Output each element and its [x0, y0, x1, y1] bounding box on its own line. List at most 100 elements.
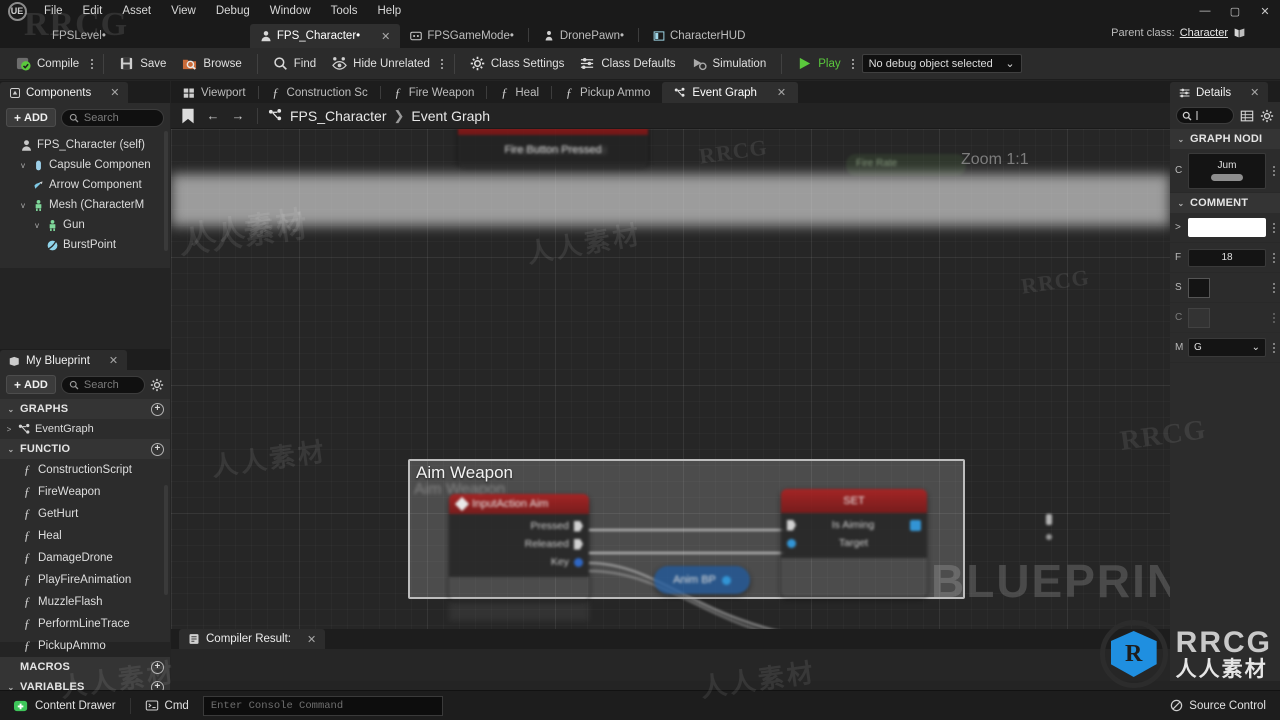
menu-item-asset[interactable]: Asset [112, 2, 161, 20]
mode-select[interactable]: G ⌄ [1188, 338, 1266, 357]
components-scrollbar[interactable] [164, 131, 168, 251]
node-set-is-aiming[interactable]: SET Is Aiming Target [781, 489, 927, 597]
save-button[interactable]: Save [111, 52, 174, 76]
node-pin-is-aiming[interactable]: Is Aiming [781, 516, 927, 534]
menu-item-edit[interactable]: Edit [73, 2, 113, 20]
maximize-button[interactable]: ▢ [1220, 0, 1250, 22]
row-options-icon[interactable] [1271, 252, 1275, 263]
section-functions[interactable]: ⌄ FUNCTIO + [0, 439, 170, 459]
node-fire-rate[interactable]: Fire Rate [846, 154, 966, 176]
compiler-results-body[interactable] [171, 649, 1170, 681]
add-graph-icon[interactable]: + [151, 402, 164, 416]
menu-item-help[interactable]: Help [368, 2, 412, 20]
myblueprint-add-button[interactable]: + ADD [6, 375, 56, 394]
graph-canvas[interactable]: Fire Button Pressed Fire Button Pressed … [171, 129, 1170, 681]
gear-icon[interactable] [150, 378, 164, 392]
details-section-graph-node[interactable]: ⌄ GRAPH NODI [1170, 129, 1280, 149]
content-drawer-button[interactable]: Content Drawer [6, 695, 124, 717]
cmd-button[interactable]: Cmd [137, 695, 197, 717]
grid-view-icon[interactable] [1240, 109, 1254, 123]
menu-item-window[interactable]: Window [260, 2, 321, 20]
breadcrumb-root[interactable]: FPS_Character [290, 108, 386, 124]
details-row-label[interactable]: > [1175, 222, 1183, 233]
graph-tab-eventgraph[interactable]: Event Graph ✕ [662, 82, 799, 103]
myblueprint-scrollbar[interactable] [164, 485, 168, 595]
section-graphs[interactable]: ⌄ GRAPHS + [0, 399, 170, 419]
node-pin-key[interactable]: Key [449, 553, 589, 571]
graph-item-eventgraph[interactable]: > EventGraph [0, 419, 170, 439]
graph-tab-constructionscript[interactable]: ƒ Construction Sc [259, 82, 380, 103]
simulation-button[interactable]: Simulation [684, 52, 775, 76]
node-pin-released[interactable]: Released [449, 535, 589, 553]
parent-class-link[interactable]: Character [1180, 27, 1228, 39]
component-row-capsule[interactable]: v Capsule Componen [0, 155, 170, 175]
tab-characterhud[interactable]: CharacterHUD [643, 24, 755, 48]
node-anim-bp[interactable]: Anim BP [654, 566, 750, 594]
back-arrow-icon[interactable]: ← [204, 107, 222, 125]
blueprint-asset-icon[interactable] [1233, 26, 1246, 39]
add-macro-icon[interactable]: + [151, 660, 164, 674]
row-options-icon[interactable] [1271, 342, 1275, 353]
components-close-icon[interactable]: ✕ [110, 86, 119, 99]
tab-details[interactable]: Details ✕ [1170, 82, 1269, 103]
chevron-down-icon[interactable]: v [32, 221, 42, 230]
unreal-logo[interactable]: UE [0, 0, 34, 22]
component-row-gun[interactable]: v Gun [0, 215, 170, 235]
details-comment-field[interactable]: Jum [1188, 152, 1266, 189]
function-item-muzzleflash[interactable]: ƒ MuzzleFlash [0, 591, 170, 613]
node-pin-pressed[interactable]: Pressed [449, 517, 589, 535]
add-function-icon[interactable]: + [151, 442, 164, 456]
class-defaults-button[interactable]: Class Defaults [572, 52, 683, 76]
color-swatch-white[interactable] [1188, 218, 1266, 237]
menu-item-view[interactable]: View [161, 2, 206, 20]
row-options-icon[interactable] [1271, 312, 1275, 323]
hide-unrelated-options-icon[interactable] [438, 58, 447, 69]
chevron-down-icon[interactable]: v [18, 161, 28, 170]
close-button[interactable]: ✕ [1250, 0, 1280, 22]
graph-tab-fireweapon[interactable]: ƒ Fire Weapon [381, 82, 487, 103]
function-item-gethurt[interactable]: ƒ GetHurt [0, 503, 170, 525]
graph-tab-pickupammo[interactable]: ƒ Pickup Ammo [552, 82, 662, 103]
compile-button[interactable]: Compile [8, 52, 87, 76]
tab-myblueprint[interactable]: My Blueprint ✕ [0, 350, 128, 371]
compile-options-icon[interactable] [87, 58, 96, 69]
tab-components[interactable]: Components ✕ [0, 82, 129, 103]
function-item-pickupammo[interactable]: ƒ PickupAmmo [0, 635, 170, 657]
node-pin-target[interactable]: Target [781, 534, 927, 552]
play-options-icon[interactable] [849, 58, 858, 69]
section-macros[interactable]: MACROS + [0, 657, 170, 677]
function-item-playfireanimation[interactable]: ƒ PlayFireAnimation [0, 569, 170, 591]
details-section-comment[interactable]: ⌄ COMMENT [1170, 193, 1280, 213]
row-options-icon[interactable] [1271, 222, 1275, 233]
component-row-self[interactable]: FPS_Character (self) [0, 135, 170, 155]
component-row-arrow[interactable]: Arrow Component [0, 175, 170, 195]
function-item-performlinetrace[interactable]: ƒ PerformLineTrace [0, 613, 170, 635]
components-add-button[interactable]: + ADD [6, 108, 56, 127]
browse-button[interactable]: Browse [174, 52, 249, 76]
function-item-damagedrone[interactable]: ƒ DamageDrone [0, 547, 170, 569]
bookmark-icon[interactable] [179, 107, 197, 125]
chevron-down-icon[interactable]: v [18, 201, 28, 210]
graph-tab-heal[interactable]: ƒ Heal [487, 82, 551, 103]
find-button[interactable]: Find [265, 52, 324, 76]
play-button[interactable]: Play [789, 52, 848, 76]
hide-unrelated-button[interactable]: Hide Unrelated [324, 52, 438, 76]
graph-tab-viewport[interactable]: Viewport [171, 82, 258, 103]
row-options-icon[interactable] [1271, 165, 1275, 176]
myblueprint-search-input[interactable]: Search [60, 375, 145, 394]
tab-dronepawn[interactable]: DronePawn• [533, 24, 634, 48]
tab-fpsgamemode[interactable]: FPSGameMode• [400, 24, 523, 48]
chevron-right-icon[interactable]: > [4, 425, 14, 434]
console-command-input[interactable]: Enter Console Command [202, 695, 443, 716]
function-item-constructionscript[interactable]: ƒ ConstructionScript [0, 459, 170, 481]
row-options-icon[interactable] [1271, 282, 1275, 293]
node-input-action-aim[interactable]: InputAction Aim Pressed Released Key [449, 494, 589, 600]
color-swatch-dark[interactable] [1188, 277, 1210, 298]
gear-icon[interactable] [1260, 109, 1274, 123]
tab-fpslevel[interactable]: FPSLevel• [42, 24, 116, 48]
components-search-input[interactable]: Search [60, 108, 164, 127]
compiler-results-close-icon[interactable]: ✕ [307, 633, 316, 646]
menu-item-debug[interactable]: Debug [206, 2, 260, 20]
class-settings-button[interactable]: Class Settings [462, 52, 573, 76]
font-size-field[interactable]: 18 [1188, 248, 1266, 267]
